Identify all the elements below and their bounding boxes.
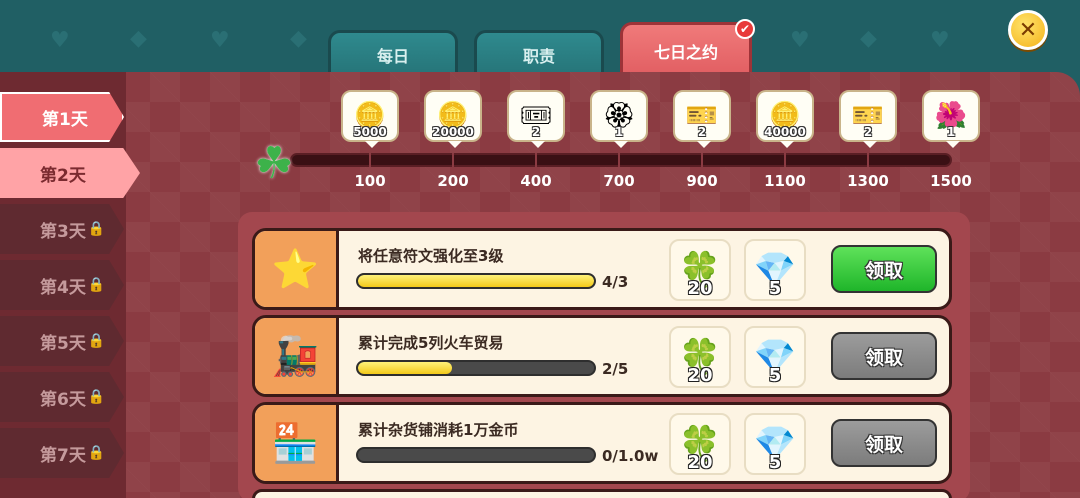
- close-button[interactable]: ✕: [1008, 10, 1048, 50]
- train-icon: 🚂: [255, 318, 339, 394]
- milestone-reward-chest[interactable]: 🎫 2: [839, 90, 897, 148]
- milestone-tick: [701, 153, 703, 167]
- lock-icon: 🔒: [87, 389, 106, 405]
- reward-slot: 💎 5: [744, 413, 806, 475]
- day-3-button[interactable]: 第3天 🔒: [0, 204, 124, 254]
- reward-count: 1: [614, 125, 624, 139]
- hat-icon: ◆: [860, 26, 877, 51]
- task-title: 累计完成5列火车贸易: [358, 334, 504, 352]
- lock-icon: 🔒: [87, 333, 106, 349]
- tab-daily[interactable]: 每日: [328, 30, 458, 76]
- milestone-reward-chest[interactable]: 🪙 5000: [341, 90, 399, 148]
- grocery-shop-icon: 🏪: [255, 405, 339, 481]
- check-badge-icon: ✔: [735, 19, 755, 39]
- reward-slot: 💎 5: [744, 239, 806, 301]
- reward-count: 20: [687, 278, 713, 299]
- task-progress-text: 2/5: [602, 360, 629, 378]
- milestone-tick: [535, 153, 537, 167]
- task-progress-bar: [356, 447, 596, 463]
- milestone-tick: [618, 153, 620, 167]
- milestone-tick: [452, 153, 454, 167]
- milestone-reward-chest[interactable]: 🎟 2: [507, 90, 565, 148]
- heart-icon: ♥: [790, 28, 810, 53]
- day-7-button[interactable]: 第7天 🔒: [0, 428, 124, 478]
- tab-duty[interactable]: 职责: [474, 30, 604, 76]
- milestone-reward-chest[interactable]: 🏵 1: [590, 90, 648, 148]
- day-label: 第7天: [40, 445, 86, 466]
- claim-button[interactable]: 领取: [831, 245, 937, 293]
- day-6-button[interactable]: 第6天 🔒: [0, 372, 124, 422]
- milestone-label: 1500: [930, 172, 972, 190]
- milestone-reward-chest[interactable]: 🪙 40000: [756, 90, 814, 148]
- reward-count: 2: [531, 125, 541, 139]
- day-4-button[interactable]: 第4天 🔒: [0, 260, 124, 310]
- day-label: 第1天: [42, 109, 88, 130]
- reward-count: 20: [687, 365, 713, 386]
- day-label: 第5天: [40, 333, 86, 354]
- milestone-label: 1100: [764, 172, 806, 190]
- milestone-label: 200: [437, 172, 469, 190]
- task-title: 将任意符文强化至3级: [358, 247, 504, 265]
- day-1-button[interactable]: 第1天: [0, 92, 124, 142]
- reward-count: 2: [863, 125, 873, 139]
- points-progress-track: [290, 153, 952, 167]
- day-label: 第2天: [40, 165, 86, 186]
- task-row: 🏪 累计杂货铺消耗1万金币 0/1.0w 🍀 20 💎 5 领取: [252, 402, 952, 484]
- claim-button[interactable]: 领取: [831, 419, 937, 467]
- task-progress-bar: [356, 360, 596, 376]
- milestone-tick: [867, 153, 869, 167]
- reward-count: 40000: [764, 125, 806, 139]
- reward-count: 20000: [432, 125, 474, 139]
- milestone-tick: [369, 153, 371, 167]
- reward-count: 5: [768, 278, 782, 299]
- milestone-label: 1300: [847, 172, 889, 190]
- milestone-reward-chest[interactable]: 🪙 20000: [424, 90, 482, 148]
- milestone-label: 900: [686, 172, 718, 190]
- hat-icon: ◆: [290, 26, 307, 51]
- task-row: ⭐ 将任意符文强化至3级 4/3 🍀 20 💎 5 领取: [252, 228, 952, 310]
- tab-seven-day-label: 七日之约: [653, 42, 718, 62]
- day-label: 第4天: [40, 277, 86, 298]
- heart-icon: ♥: [930, 28, 950, 53]
- reward-count: 20: [687, 452, 713, 473]
- day-label: 第3天: [40, 221, 86, 242]
- reward-count: 2: [697, 125, 707, 139]
- milestone-label: 100: [354, 172, 386, 190]
- claim-button[interactable]: 领取: [831, 332, 937, 380]
- milestone-reward-chest[interactable]: 🎫 2: [673, 90, 731, 148]
- task-progress-fill: [358, 362, 453, 374]
- task-progress-fill: [358, 275, 594, 287]
- day-label: 第6天: [40, 389, 86, 410]
- reward-count: 5: [768, 452, 782, 473]
- day-2-button[interactable]: 第2天: [0, 148, 140, 198]
- task-title: 累计杂货铺消耗1万金币: [358, 421, 519, 439]
- milestone-label: 400: [520, 172, 552, 190]
- reward-slot: 🍀 20: [669, 326, 731, 388]
- milestone-label: 700: [603, 172, 635, 190]
- task-progress-text: 0/1.0w: [602, 447, 659, 465]
- heart-icon: ♥: [50, 28, 70, 53]
- reward-count: 5000: [353, 125, 387, 139]
- lock-icon: 🔒: [87, 221, 106, 237]
- task-progress-bar: [356, 273, 596, 289]
- clover-icon: ☘: [254, 138, 294, 189]
- lock-icon: 🔒: [87, 277, 106, 293]
- tab-seven-day[interactable]: 七日之约 ✔: [620, 19, 755, 76]
- task-row-partial: [252, 489, 952, 498]
- reward-count: 1: [946, 125, 956, 139]
- task-progress-text: 4/3: [602, 273, 629, 291]
- hat-icon: ◆: [130, 26, 147, 51]
- task-row: 🚂 累计完成5列火车贸易 2/5 🍀 20 💎 5 领取: [252, 315, 952, 397]
- milestone-tick: [784, 153, 786, 167]
- close-icon: ✕: [1018, 17, 1038, 43]
- milestone-reward-chest[interactable]: 🌺 1: [922, 90, 980, 148]
- reward-slot: 💎 5: [744, 326, 806, 388]
- reward-slot: 🍀 20: [669, 239, 731, 301]
- reward-slot: 🍀 20: [669, 413, 731, 475]
- rune-star-icon: ⭐: [255, 231, 339, 307]
- day-5-button[interactable]: 第5天 🔒: [0, 316, 124, 366]
- lock-icon: 🔒: [87, 445, 106, 461]
- heart-icon: ♥: [210, 28, 230, 53]
- reward-count: 5: [768, 365, 782, 386]
